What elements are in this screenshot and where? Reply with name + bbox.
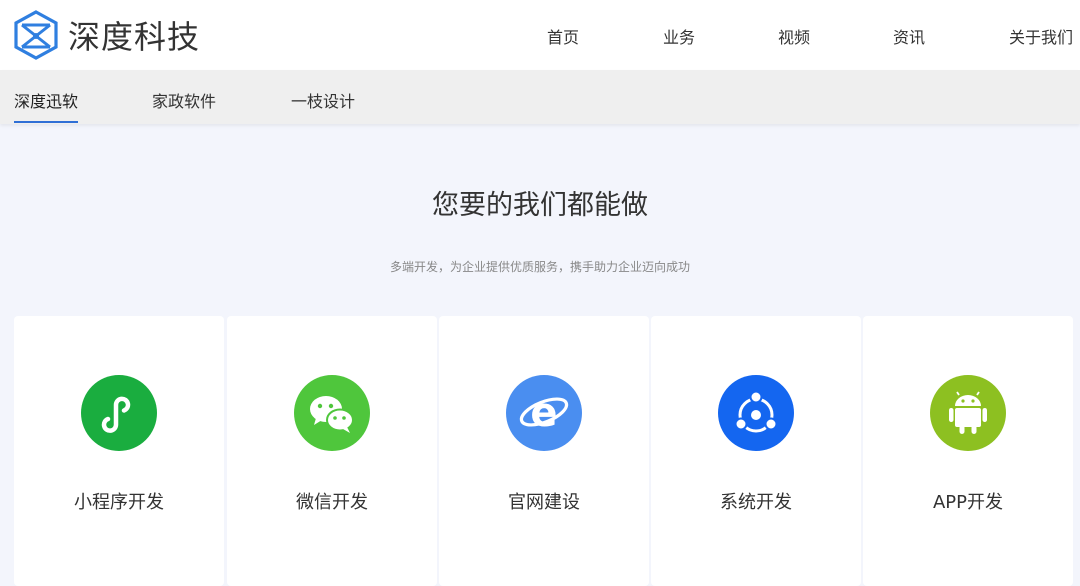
nav-item-business[interactable]: 业务: [663, 24, 695, 48]
section-subtitle: 多端开发，为企业提供优质服务，携手助力企业迈向成功: [389, 260, 690, 274]
section-title: 您要的我们都能做: [432, 190, 648, 221]
nav-item-about[interactable]: 关于我们: [1009, 24, 1073, 48]
brand-name: 深度科技: [68, 18, 201, 56]
active-tab-indicator: [14, 121, 78, 123]
top-header: 深度科技 首页 业务 视频 资讯 关于我们: [0, 0, 1080, 70]
service-card-system[interactable]: 系统开发: [651, 316, 861, 586]
ie-browser-icon: e: [506, 375, 582, 451]
subnav-tab-shendu-xunruan[interactable]: 深度迅软: [14, 88, 78, 112]
service-label: 小程序开发: [74, 492, 164, 513]
mini-program-icon: [81, 375, 157, 451]
subnav-tab-yizhi-design[interactable]: 一枝设计: [291, 88, 355, 112]
service-label: 系统开发: [720, 492, 792, 513]
service-card-app[interactable]: APP开发: [863, 316, 1073, 586]
service-card-mini-program[interactable]: 小程序开发: [14, 316, 224, 586]
share-network-icon: [718, 375, 794, 451]
service-label: 微信开发: [296, 492, 368, 513]
service-label: 官网建设: [508, 492, 580, 513]
brand-logo-icon: [14, 10, 58, 60]
sub-nav: 深度迅软 家政软件 一枝设计: [0, 70, 1080, 124]
wechat-icon: [294, 375, 370, 451]
service-card-website[interactable]: e 官网建设: [439, 316, 649, 586]
nav-item-home[interactable]: 首页: [547, 24, 579, 48]
nav-item-video[interactable]: 视频: [778, 24, 810, 48]
svg-text:e: e: [530, 390, 557, 436]
android-icon: [930, 375, 1006, 451]
service-card-wechat[interactable]: 微信开发: [227, 316, 437, 586]
brand-logo[interactable]: 深度科技: [12, 10, 200, 60]
subnav-tab-housekeeping-software[interactable]: 家政软件: [152, 88, 216, 112]
service-label: APP开发: [932, 492, 1004, 513]
nav-item-news[interactable]: 资讯: [893, 24, 925, 48]
